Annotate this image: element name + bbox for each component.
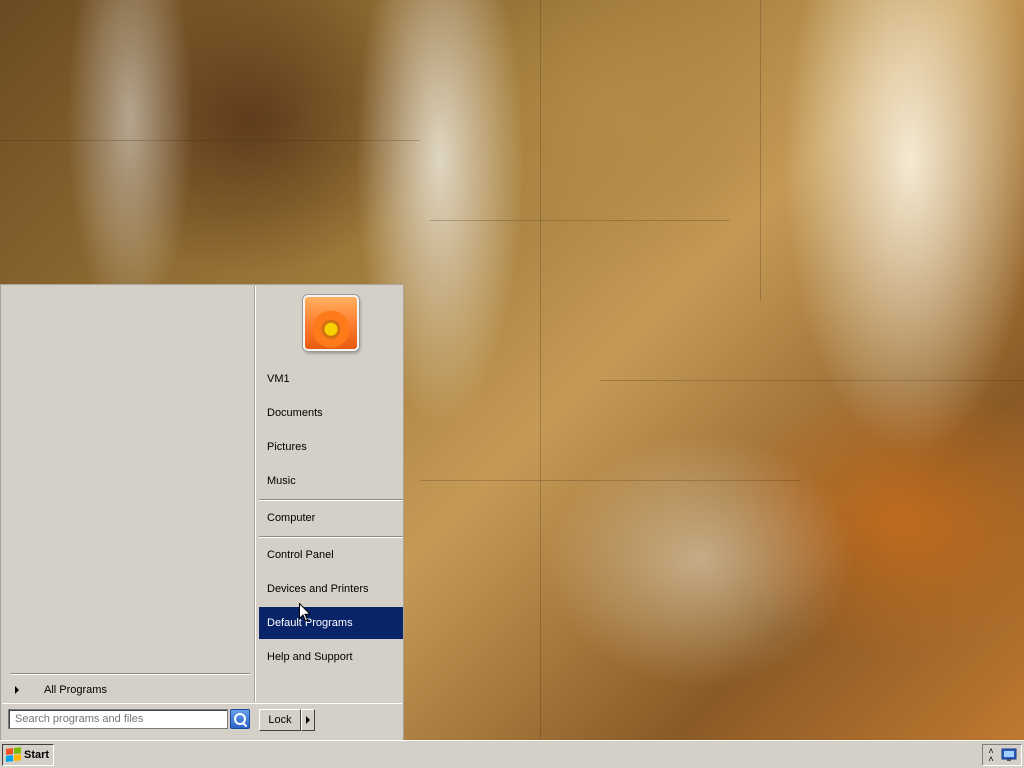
notification-area: ˄ ˄: [982, 744, 1022, 766]
link-documents[interactable]: Documents: [259, 397, 403, 429]
link-devices-and-printers[interactable]: Devices and Printers: [259, 573, 403, 605]
places-pane: VM1 Documents Pictures Music Computer Co…: [257, 286, 403, 702]
shutdown-options-button[interactable]: [301, 709, 315, 731]
link-control-panel[interactable]: Control Panel: [259, 539, 403, 571]
start-label: Start: [24, 749, 50, 761]
search-input[interactable]: [8, 709, 228, 729]
link-music[interactable]: Music: [259, 465, 403, 497]
programs-pane: All Programs: [2, 286, 254, 702]
network-icon[interactable]: [1001, 748, 1017, 762]
chevron-right-icon: [15, 686, 19, 694]
link-default-programs[interactable]: Default Programs: [259, 607, 403, 639]
taskbar: Start ˄ ˄: [0, 740, 1024, 768]
start-menu: All Programs VM1 Documents Pictures Musi…: [0, 284, 404, 740]
places-divider: [259, 499, 403, 501]
link-help-and-support[interactable]: Help and Support: [259, 641, 403, 673]
start-button[interactable]: Start: [2, 744, 54, 766]
user-picture[interactable]: [303, 295, 359, 351]
chevron-up-icon[interactable]: ˄ ˄: [986, 747, 996, 764]
chevron-right-icon: [306, 716, 310, 724]
all-programs-label: All Programs: [44, 684, 107, 696]
all-programs-button[interactable]: All Programs: [8, 680, 248, 700]
mouse-cursor: [299, 603, 311, 622]
pane-separator: [254, 286, 256, 702]
link-computer[interactable]: Computer: [259, 502, 403, 534]
windows-logo-icon: [6, 747, 22, 763]
link-pictures[interactable]: Pictures: [259, 431, 403, 463]
search-button[interactable]: [230, 709, 250, 729]
link-user-folder[interactable]: VM1: [259, 363, 403, 395]
lock-button[interactable]: Lock: [259, 709, 301, 731]
places-divider: [259, 536, 403, 538]
start-menu-footer: Lock: [2, 703, 402, 740]
programs-divider: [10, 673, 250, 675]
